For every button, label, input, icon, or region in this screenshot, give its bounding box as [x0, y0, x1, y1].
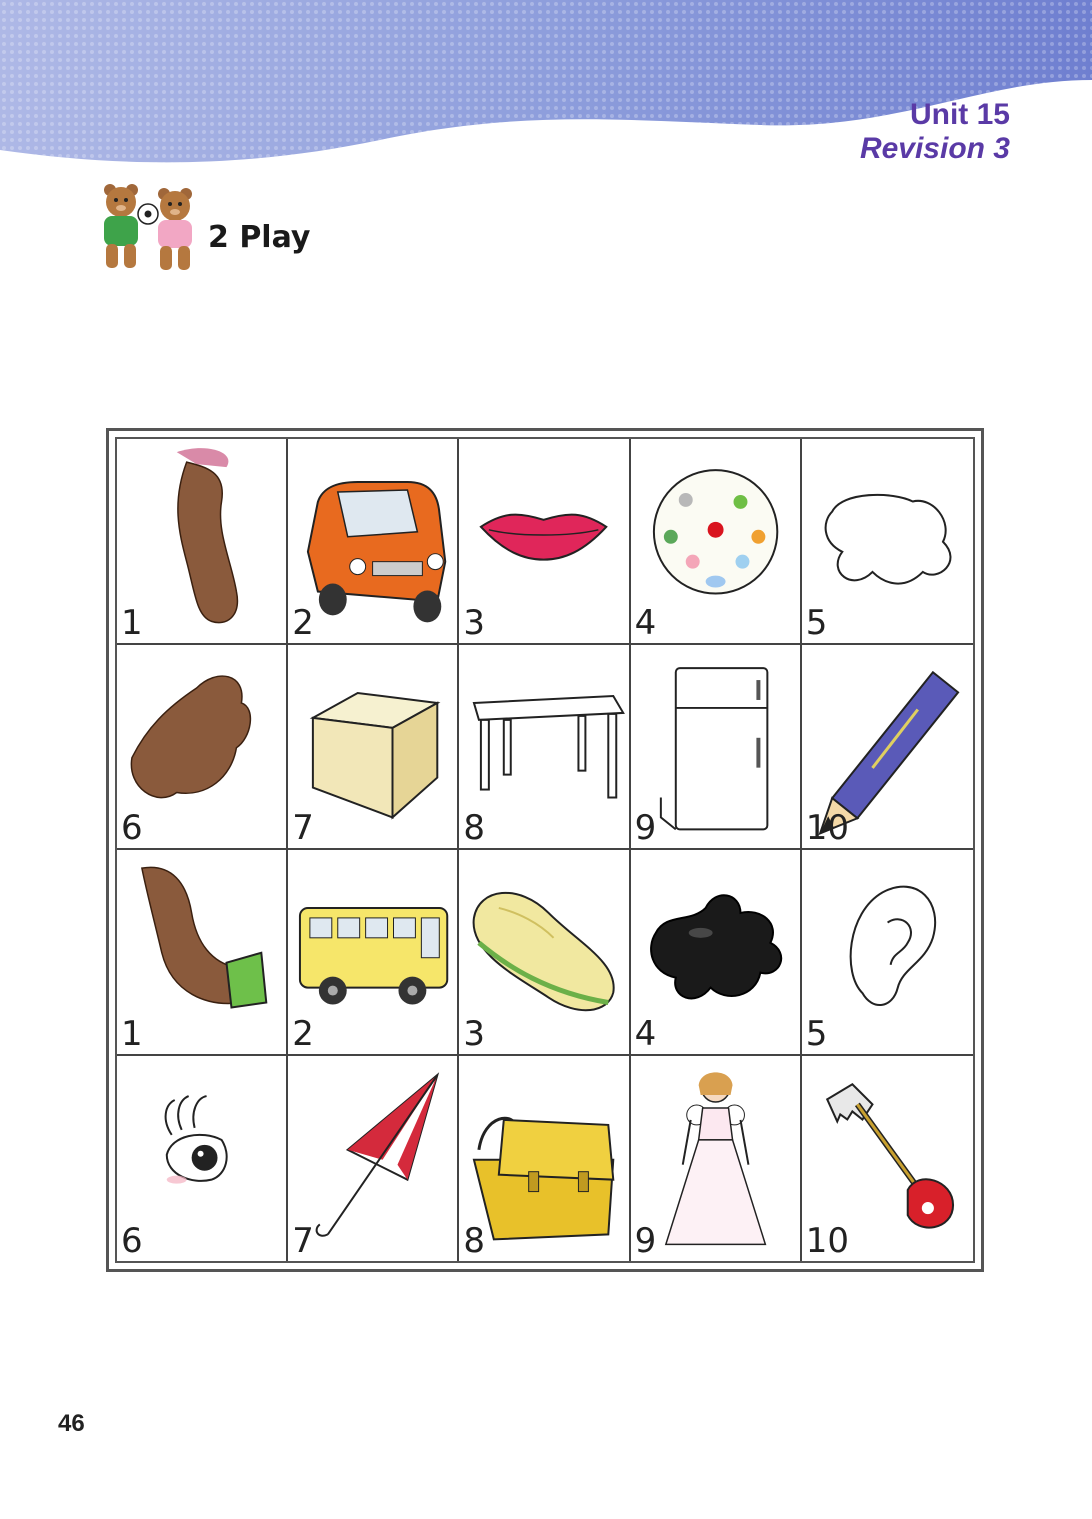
cell-number: 7 — [292, 1221, 314, 1261]
cell-number: 6 — [121, 808, 143, 848]
cell-number: 1 — [121, 602, 143, 643]
cell-number: 2 — [292, 602, 314, 643]
board-cell[interactable]: 10 — [802, 1056, 973, 1262]
cell-number: 9 — [634, 808, 657, 848]
puddle-icon — [824, 493, 952, 585]
cell-number: 9 — [634, 1221, 657, 1261]
board-grid: 1 2 3 4 5 6 7 8 9 10 1 2 3 4 5 6 7 8 9 1… — [115, 437, 975, 1263]
cell-number: 5 — [805, 602, 828, 643]
board-cell[interactable]: 7 — [288, 1055, 460, 1261]
page-number: 46 — [58, 1410, 85, 1437]
unit-heading: Unit 15 Revision 3 — [860, 98, 1010, 166]
cell-number: 3 — [463, 1013, 486, 1054]
cell-number: 6 — [121, 1221, 143, 1261]
board-cell[interactable]: 4 — [630, 439, 802, 645]
ear-icon — [849, 885, 936, 1006]
board-cell[interactable]: 6 — [117, 644, 289, 850]
board-cell[interactable]: 7 — [288, 644, 460, 850]
cell-number: 1 — [121, 1013, 143, 1054]
cell-number: 8 — [463, 808, 486, 848]
cell-number: 3 — [463, 602, 486, 643]
board-cell[interactable]: 9 — [631, 1055, 802, 1261]
board-cell[interactable]: 4 — [630, 850, 802, 1056]
cell-number: 4 — [634, 602, 657, 643]
cell-number: 7 — [292, 808, 314, 848]
cell-number: 5 — [805, 1013, 828, 1054]
section-title: 2 Play — [208, 220, 311, 255]
game-board: 1 2 3 4 5 6 7 8 9 10 1 2 3 4 5 6 7 8 9 1… — [106, 428, 984, 1272]
board-cell[interactable]: 1 — [117, 439, 289, 645]
board-cell[interactable]: 5 — [801, 439, 973, 645]
board-cell[interactable]: 10 — [801, 645, 973, 850]
unit-subtitle: Revision 3 — [859, 132, 1010, 165]
bears-with-ball-icon — [104, 184, 192, 270]
board-cell[interactable]: 1 — [117, 850, 289, 1056]
cell-number: 2 — [292, 1013, 314, 1054]
board-cell[interactable]: 9 — [630, 644, 802, 850]
board-cell[interactable]: 5 — [801, 850, 973, 1056]
unit-title: Unit 15 — [909, 98, 1010, 131]
cell-number: 10 — [805, 808, 850, 848]
board-cell[interactable]: 6 — [117, 1055, 289, 1261]
board-cell[interactable]: 2 — [288, 439, 460, 645]
board-cell[interactable]: 8 — [459, 1055, 631, 1261]
cell-number: 4 — [634, 1013, 657, 1054]
board-cell[interactable]: 2 — [288, 850, 460, 1056]
cell-number: 8 — [463, 1221, 486, 1261]
cell-number: 10 — [805, 1221, 850, 1261]
board-cell[interactable]: 3 — [459, 850, 631, 1056]
board-cell[interactable]: 3 — [459, 439, 631, 645]
board-cell[interactable]: 8 — [459, 644, 631, 850]
